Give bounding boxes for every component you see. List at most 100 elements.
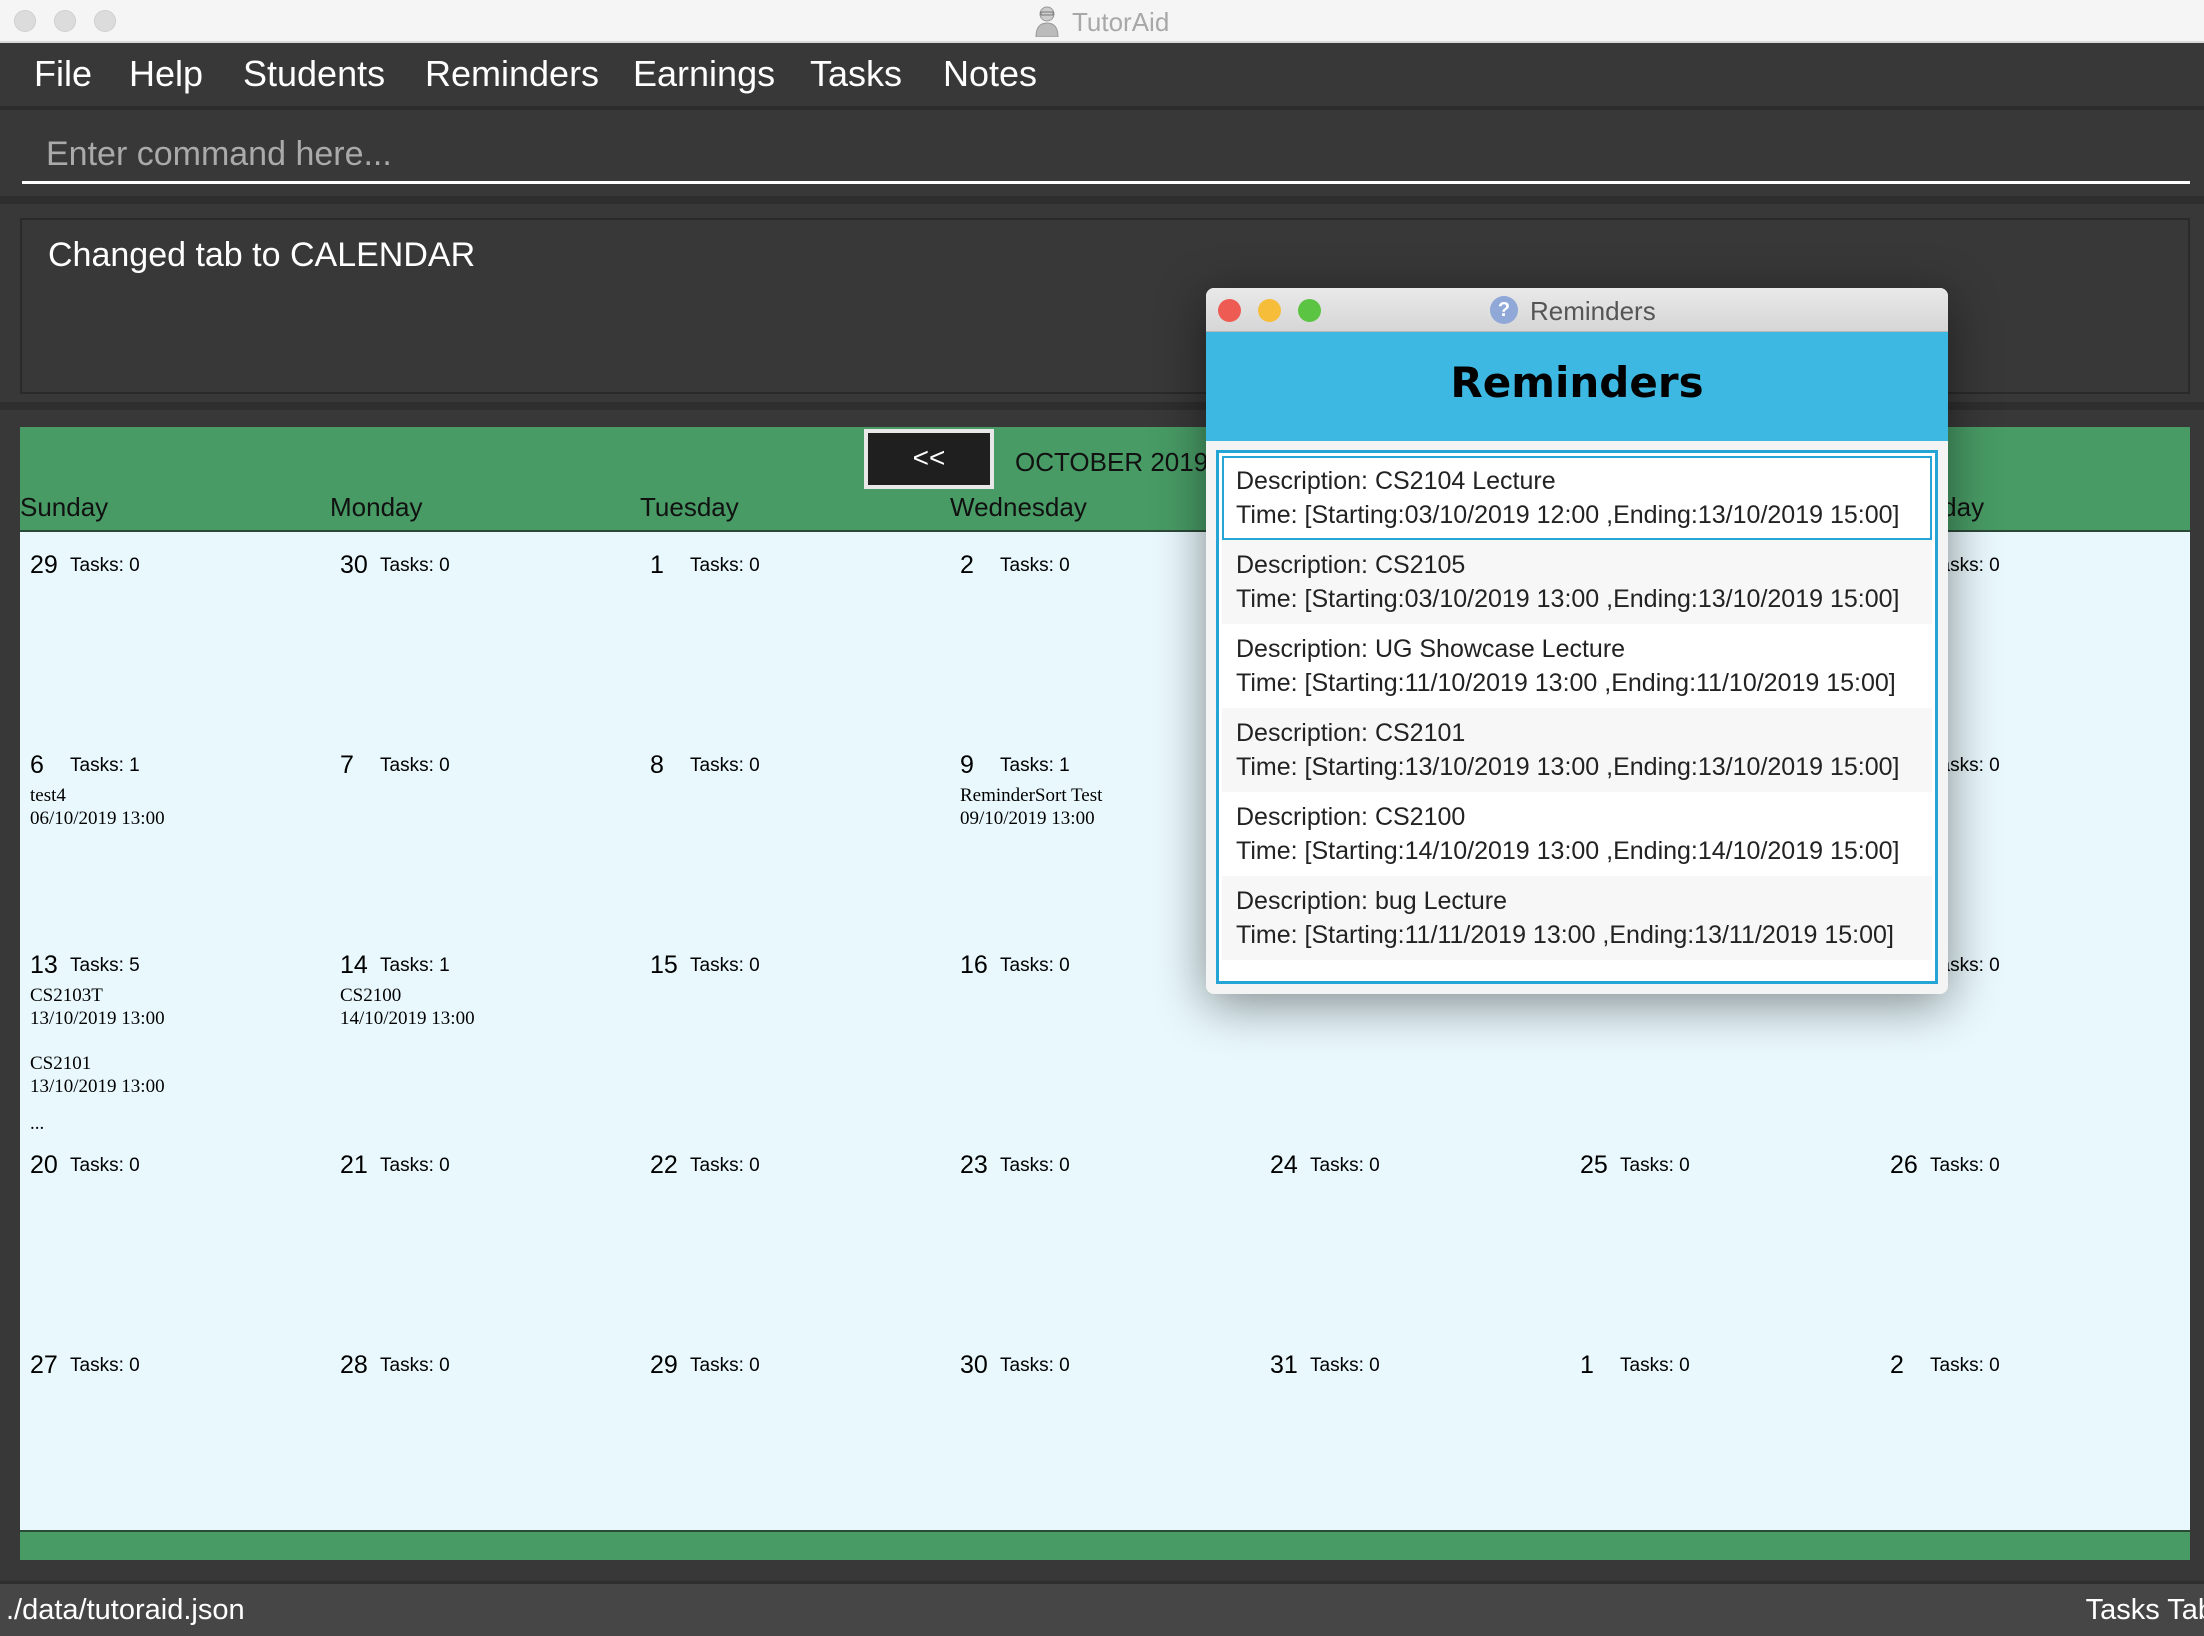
task-entries: CS2103T 13/10/2019 13:00 CS2101 13/10/2019 … — [30, 984, 165, 1135]
task-count: Tasks: 0 — [70, 1355, 140, 1376]
task-entries: test4 06/10/2019 13:00 — [30, 784, 165, 852]
question-icon: ? — [1490, 296, 1518, 324]
weekday-wednesday: Wednesday — [950, 492, 1087, 522]
popup-zoom-button[interactable] — [1298, 299, 1321, 322]
calendar-day-cell[interactable]: 2 Tasks: 0 — [1880, 1339, 2190, 1539]
day-number: 25 — [1580, 1151, 1608, 1179]
calendar-day-cell[interactable]: 8 Tasks: 0 — [640, 739, 950, 939]
previous-month-button[interactable]: << — [864, 429, 994, 489]
reminder-item[interactable]: Description: CS2101 Time: [Starting:13/10… — [1222, 708, 1932, 792]
calendar-day-cell[interactable]: 1 Tasks: 0 — [640, 539, 950, 739]
calendar-day-cell[interactable]: 30 Tasks: 0 — [950, 1339, 1260, 1539]
popup-title: Reminders — [1530, 296, 1656, 326]
task-count: Tasks: 0 — [690, 555, 760, 576]
calendar-day-cell[interactable]: 6 Tasks: 1 test4 06/10/2019 13:00 — [20, 739, 330, 939]
month-label: OCTOBER 2019 — [1015, 447, 1209, 477]
task-time: 13/10/2019 13:00 — [30, 1008, 165, 1029]
task-time: 13/10/2019 13:00 — [30, 1076, 165, 1097]
menu-file[interactable]: File — [34, 53, 92, 95]
minimize-button[interactable] — [54, 10, 76, 32]
menu-students[interactable]: Students — [243, 53, 385, 95]
task-name: test4 — [30, 785, 66, 806]
task-name: CS2100 — [340, 985, 402, 1006]
task-count: Tasks: 5 — [70, 955, 140, 976]
task-name: CS2103T — [30, 985, 103, 1006]
calendar-day-cell[interactable]: 25 Tasks: 0 — [1570, 1139, 1880, 1339]
task-entries: ReminderSort Test 09/10/2019 13:00 — [960, 784, 1102, 852]
popup-titlebar[interactable]: ? Reminders — [1206, 288, 1948, 332]
reminder-item[interactable]: Description: CS2105 Time: [Starting:03/10… — [1222, 540, 1932, 624]
popup-minimize-button[interactable] — [1258, 299, 1281, 322]
calendar-day-cell[interactable]: 21 Tasks: 0 — [330, 1139, 640, 1339]
day-number: 29 — [650, 1351, 678, 1379]
calendar-day-cell[interactable]: 22 Tasks: 0 — [640, 1139, 950, 1339]
calendar-day-cell[interactable]: 28 Tasks: 0 — [330, 1339, 640, 1539]
close-button[interactable] — [14, 10, 36, 32]
task-entry: test4 06/10/2019 13:00 — [30, 784, 165, 830]
task-time: 14/10/2019 13:00 — [340, 1008, 475, 1029]
calendar-day-cell[interactable]: 1 Tasks: 0 — [1570, 1339, 1880, 1539]
task-name: ReminderSort Test — [960, 785, 1103, 806]
task-count: Tasks: 0 — [380, 1355, 450, 1376]
task-entries: CS2100 14/10/2019 13:00 — [340, 984, 475, 1052]
day-number: 1 — [1580, 1351, 1594, 1379]
menu-help[interactable]: Help — [129, 53, 203, 95]
reminder-time: Time: [Starting:03/10/2019 13:00 ,Ending… — [1236, 585, 1900, 613]
task-count: Tasks: 0 — [70, 1155, 140, 1176]
menu-tasks[interactable]: Tasks — [810, 53, 902, 95]
calendar-day-cell[interactable]: 30 Tasks: 0 — [330, 539, 640, 739]
calendar-day-cell[interactable]: 13 Tasks: 5 CS2103T 13/10/2019 13:00 CS2101 1… — [20, 939, 330, 1139]
reminder-item[interactable]: Description: bug Lecture Time: [Starting:… — [1222, 876, 1932, 960]
popup-header: Reminders — [1206, 332, 1948, 441]
reminders-list[interactable]: Description: CS2104 Lecture Time: [Starti… — [1216, 450, 1938, 984]
window-title: TutorAid — [1072, 7, 1170, 37]
day-number: 27 — [30, 1351, 58, 1379]
calendar-day-cell[interactable]: 26 Tasks: 0 — [1880, 1139, 2190, 1339]
reminder-item[interactable]: Description: CS2104 Lecture Time: [Starti… — [1222, 456, 1932, 540]
task-time: 09/10/2019 13:00 — [960, 808, 1095, 829]
reminders-popup: ? Reminders Reminders Description: CS210… — [1206, 288, 1948, 994]
weekday-sunday: Sunday — [20, 492, 109, 522]
menu-bar: File Help Students Reminders Earnings Ta… — [0, 45, 2204, 110]
calendar-day-cell[interactable]: 31 Tasks: 0 — [1260, 1339, 1570, 1539]
weekday-monday: Monday — [330, 492, 423, 522]
calendar-day-cell[interactable]: 23 Tasks: 0 — [950, 1139, 1260, 1339]
reminder-item[interactable]: Description: CS2100 Time: [Starting:14/10… — [1222, 792, 1932, 876]
day-number: 30 — [340, 551, 368, 579]
calendar-day-cell[interactable]: 14 Tasks: 1 CS2100 14/10/2019 13:00 — [330, 939, 640, 1139]
task-count: Tasks: 0 — [380, 1155, 450, 1176]
task-name: CS2101 — [30, 1053, 92, 1074]
task-count: Tasks: 0 — [1310, 1155, 1380, 1176]
day-number: 29 — [30, 551, 58, 579]
reminder-description: Description: CS2101 — [1236, 719, 1466, 747]
menu-notes[interactable]: Notes — [943, 53, 1037, 95]
task-entry: CS2101 13/10/2019 13:00 — [30, 1052, 165, 1098]
day-number: 2 — [960, 551, 974, 579]
popup-heading: Reminders — [1450, 358, 1704, 407]
result-text: Changed tab to CALENDAR — [48, 236, 476, 274]
task-entry: CS2100 14/10/2019 13:00 — [340, 984, 475, 1030]
reminder-time: Time: [Starting:14/10/2019 13:00 ,Ending… — [1236, 837, 1900, 865]
calendar-day-cell[interactable]: 7 Tasks: 0 — [330, 739, 640, 939]
calendar-day-cell[interactable]: 20 Tasks: 0 — [20, 1139, 330, 1339]
zoom-button[interactable] — [94, 10, 116, 32]
task-count: Tasks: 0 — [1000, 1155, 1070, 1176]
task-entry: CS2103T 13/10/2019 13:00 — [30, 984, 165, 1030]
popup-close-button[interactable] — [1218, 299, 1241, 322]
calendar-day-cell[interactable]: 27 Tasks: 0 — [20, 1339, 330, 1539]
menu-earnings[interactable]: Earnings — [633, 53, 775, 95]
command-box — [0, 114, 2204, 204]
day-number: 6 — [30, 751, 44, 779]
calendar-day-cell[interactable]: 15 Tasks: 0 — [640, 939, 950, 1139]
command-input[interactable] — [22, 128, 2190, 184]
calendar-day-cell[interactable]: 29 Tasks: 0 — [640, 1339, 950, 1539]
task-count: Tasks: 1 — [380, 955, 450, 976]
task-count: Tasks: 0 — [1310, 1355, 1380, 1376]
day-number: 16 — [960, 951, 988, 979]
data-file-path: ./data/tutoraid.json — [6, 1594, 245, 1626]
calendar-day-cell[interactable]: 24 Tasks: 0 — [1260, 1139, 1570, 1339]
menu-reminders[interactable]: Reminders — [425, 53, 599, 95]
day-number: 2 — [1890, 1351, 1904, 1379]
calendar-day-cell[interactable]: 29 Tasks: 0 — [20, 539, 330, 739]
reminder-item[interactable]: Description: UG Showcase Lecture Time: [S… — [1222, 624, 1932, 708]
